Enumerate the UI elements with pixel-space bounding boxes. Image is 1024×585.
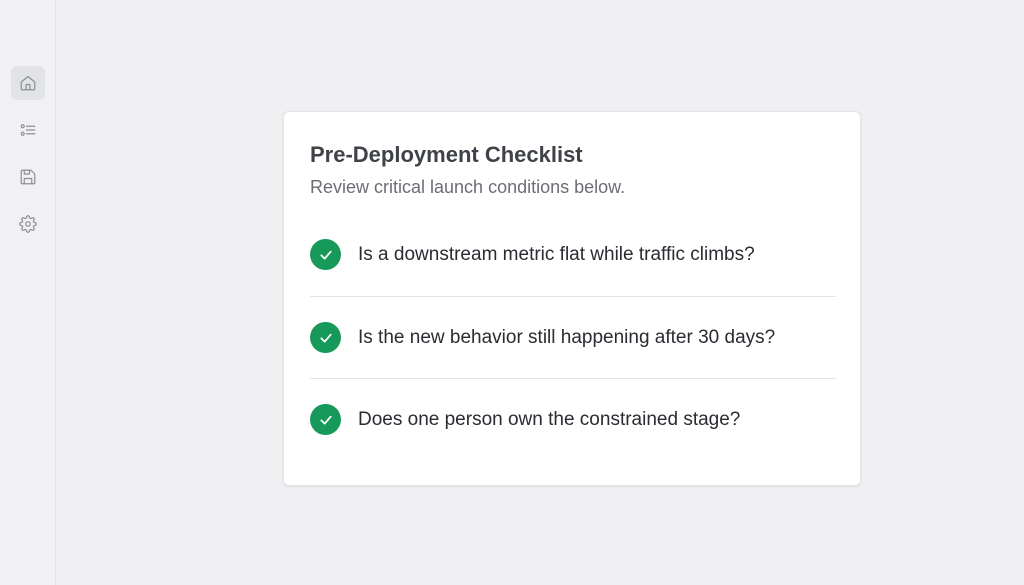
sidebar-item-save[interactable] [11,160,45,194]
checkmark-icon [319,333,332,343]
checkmark-icon [319,250,332,260]
checklist-item[interactable]: Does one person own the constrained stag… [310,378,836,460]
sidebar-item-checklist[interactable] [11,113,45,147]
checklist-item[interactable]: Is a downstream metric flat while traffi… [310,214,836,296]
sidebar-item-home[interactable] [11,66,45,100]
card-subtitle: Review critical launch conditions below. [310,177,626,197]
sidebar [0,0,56,585]
checklist-item-text: Is a downstream metric flat while traffi… [358,244,755,265]
sidebar-item-settings[interactable] [11,207,45,241]
checkmark-icon [319,415,332,425]
check-circle-icon [310,322,341,353]
card-title: Pre-Deployment Checklist [310,142,583,167]
checklist-item-text: Is the new behavior still happening afte… [358,327,776,348]
check-circle-icon [310,239,341,270]
save-icon [20,169,36,185]
checklist-icon [20,124,36,136]
check-circle-icon [310,404,341,435]
checklist-item[interactable]: Is the new behavior still happening afte… [310,296,836,378]
home-icon [20,76,36,91]
app-window: Pre-Deployment Checklist Review critical… [0,0,1024,585]
checklist-item-text: Does one person own the constrained stag… [358,409,741,430]
checklist-card: Pre-Deployment Checklist Review critical… [283,111,861,486]
gear-icon [19,215,37,233]
